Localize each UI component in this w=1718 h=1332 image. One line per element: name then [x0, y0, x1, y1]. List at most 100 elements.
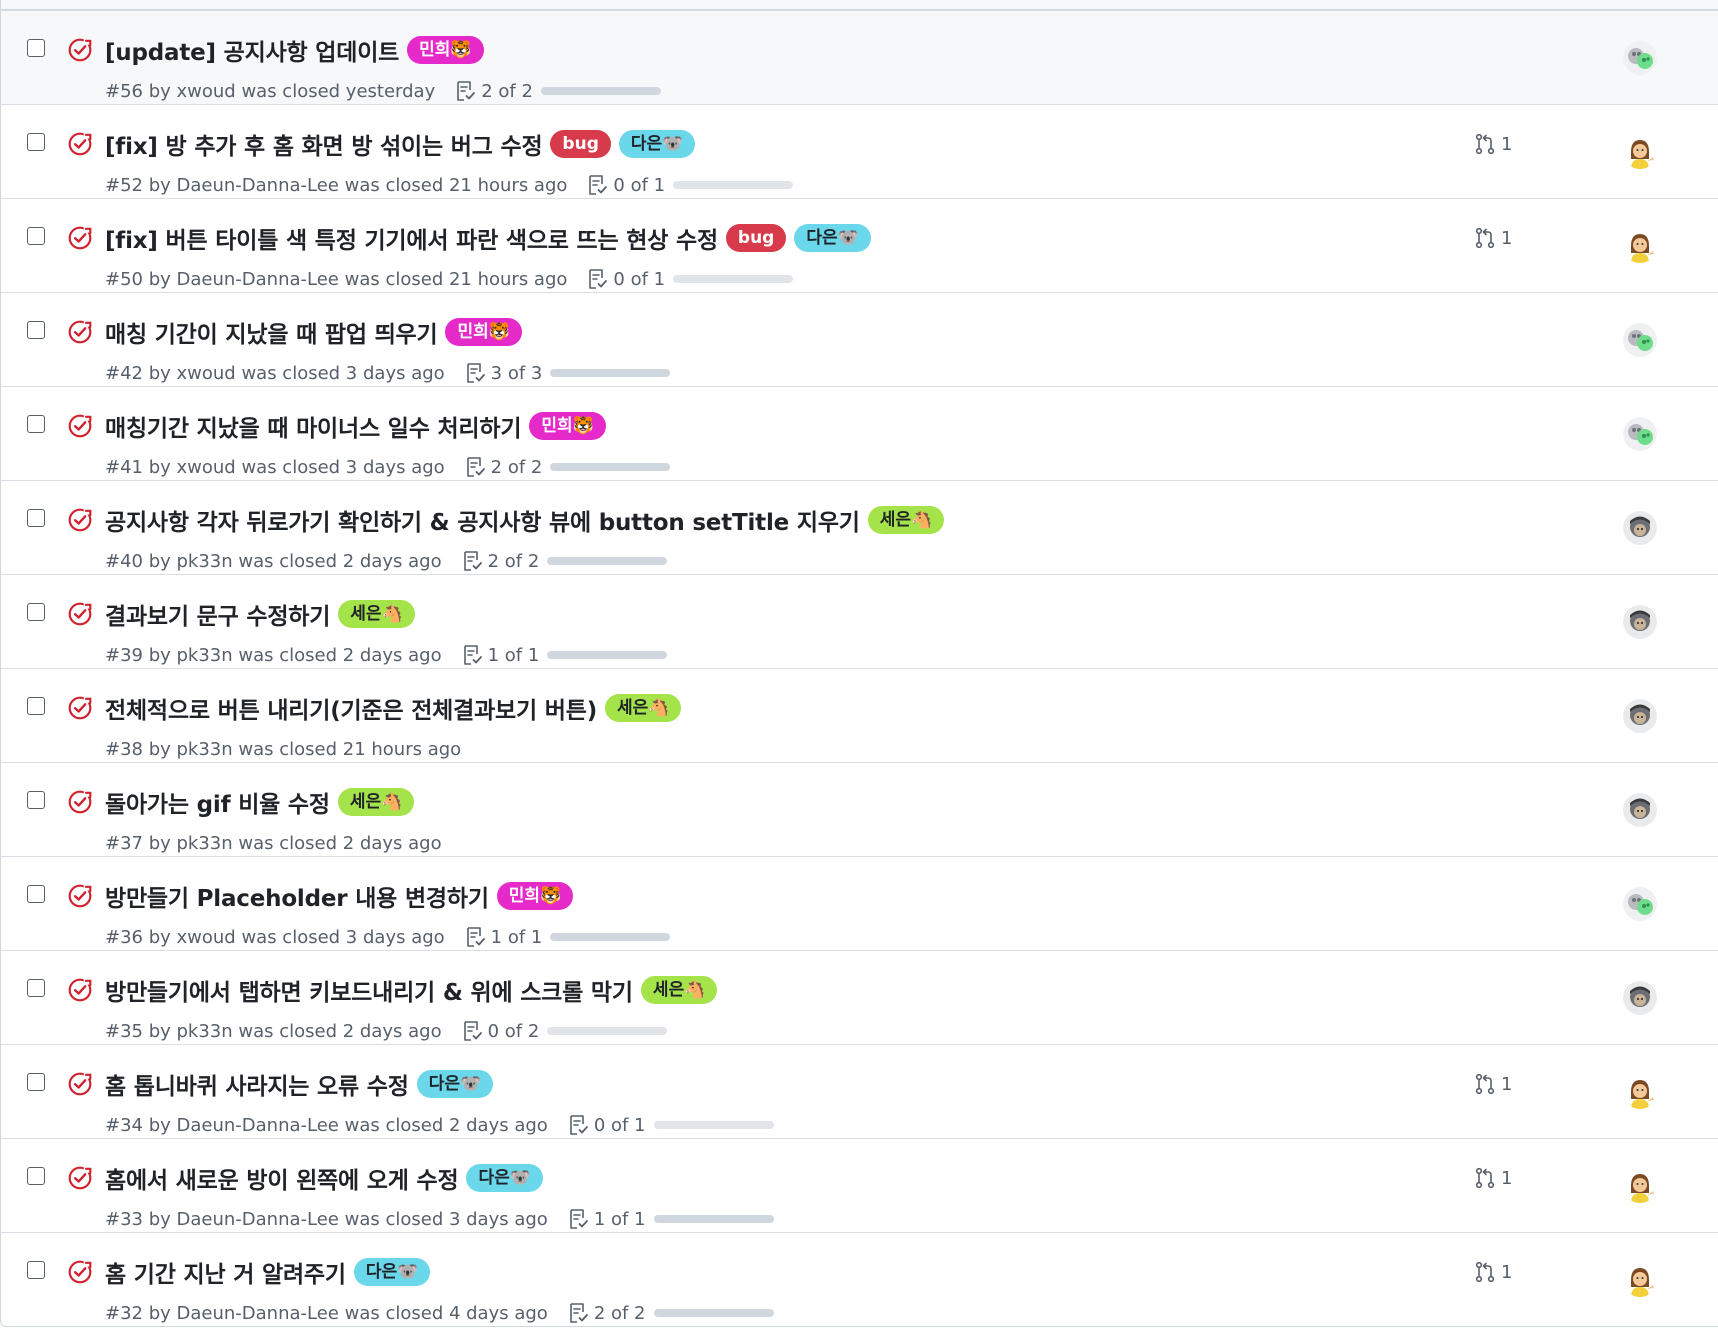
issue-title-link[interactable]: [fix] 버튼 타이틀 색 특정 기기에서 파란 색으로 뜨는 현상 수정: [105, 221, 718, 255]
issue-title-link[interactable]: 전체적으로 버튼 내리기(기준은 전체결과보기 버튼): [105, 691, 597, 725]
issue-meta-text: #50 by Daeun-Danna-Lee was closed 21 hou…: [105, 268, 568, 290]
issue-row[interactable]: 홈 기간 지난 거 알려주기 다은🐨 #32 by Daeun-Danna-Lee …: [1, 1232, 1718, 1326]
task-progress[interactable]: 0 of 1: [585, 267, 794, 291]
issue-label[interactable]: 세은🐴: [867, 506, 945, 534]
issue-row[interactable]: [fix] 버튼 타이틀 색 특정 기기에서 파란 색으로 뜨는 현상 수정 bu…: [1, 198, 1718, 292]
select-issue-checkbox[interactable]: [27, 1261, 45, 1279]
tasklist-icon: [585, 267, 613, 291]
issue-meta-line: #56 by xwoud was closed yesterday 2 of 2: [105, 75, 661, 107]
issue-title-link[interactable]: 결과보기 문구 수정하기: [105, 597, 330, 631]
select-issue-checkbox[interactable]: [27, 979, 45, 997]
assignee-avatar[interactable]: [1623, 699, 1657, 733]
issue-row[interactable]: 방만들기 Placeholder 내용 변경하기 민희🐯 #36 by xwoud …: [1, 856, 1718, 950]
assignee-avatar[interactable]: [1623, 793, 1657, 827]
task-progress[interactable]: 1 of 1: [460, 643, 668, 667]
git-pull-request-icon: [1473, 1260, 1501, 1284]
issue-row[interactable]: [fix] 방 추가 후 홈 화면 방 섞이는 버그 수정 bug 다은🐨 #52 b…: [1, 104, 1718, 198]
assignee-avatar[interactable]: [1623, 1263, 1657, 1297]
issue-label[interactable]: 민희🐯: [407, 36, 484, 64]
issue-label[interactable]: 세은🐴: [337, 788, 415, 816]
task-progress[interactable]: 0 of 1: [585, 173, 794, 197]
select-issue-checkbox[interactable]: [27, 415, 45, 433]
issue-label[interactable]: 다은🐨: [618, 130, 696, 158]
task-progress[interactable]: 1 of 1: [463, 925, 671, 949]
task-count: 2 of 2: [481, 80, 533, 102]
tasklist-icon: [463, 925, 491, 949]
issue-title-link[interactable]: 공지사항 각자 뒤로가기 확인하기 & 공지사항 뷰에 button setTi…: [105, 503, 860, 537]
assignee-avatar[interactable]: [1623, 605, 1657, 639]
issue-title-link[interactable]: 홈에서 새로운 방이 왼쪽에 오게 수정: [105, 1161, 459, 1195]
select-issue-checkbox[interactable]: [27, 39, 45, 57]
select-issue-checkbox[interactable]: [27, 1167, 45, 1185]
issue-title-link[interactable]: 매칭기간 지났을 때 마이너스 일수 처리하기: [105, 409, 522, 443]
issue-title-link[interactable]: 돌아가는 gif 비율 수정: [105, 785, 330, 819]
assignee-avatar[interactable]: [1623, 417, 1657, 451]
select-issue-checkbox[interactable]: [27, 227, 45, 245]
task-progress[interactable]: 2 of 2: [460, 549, 668, 573]
issue-label[interactable]: 다은🐨: [466, 1164, 543, 1192]
issue-label[interactable]: 다은🐨: [794, 224, 871, 252]
issue-label[interactable]: 세은🐴: [338, 600, 415, 628]
task-progress[interactable]: 0 of 2: [460, 1019, 668, 1043]
issue-row[interactable]: 홈 톱니바퀴 사라지는 오류 수정 다은🐨 #34 by Daeun-Danna-L…: [1, 1044, 1718, 1138]
issue-row[interactable]: [update] 공지사항 업데이트 민희🐯 #56 by xwoud was cl…: [1, 10, 1718, 104]
issue-title-link[interactable]: 방만들기에서 탭하면 키보드내리기 & 위에 스크롤 막기: [105, 973, 633, 1007]
assignee-avatar[interactable]: [1623, 323, 1657, 357]
task-progress-fill: [653, 1215, 774, 1223]
issue-row[interactable]: 매칭기간 지났을 때 마이너스 일수 처리하기 민희🐯 #41 by xwoud w…: [1, 386, 1718, 480]
issue-title-link[interactable]: [update] 공지사항 업데이트: [105, 33, 399, 67]
issue-label[interactable]: bug: [550, 130, 611, 158]
issue-closed-icon: [67, 1259, 93, 1285]
task-count: 2 of 2: [487, 550, 540, 572]
assignee-avatar[interactable]: [1623, 135, 1657, 169]
task-count: 0 of 2: [487, 1020, 540, 1042]
issue-label[interactable]: 민희🐯: [529, 412, 606, 440]
issue-label[interactable]: 세은🐴: [640, 976, 718, 1004]
task-progress[interactable]: 3 of 3: [463, 361, 671, 385]
issue-label[interactable]: 다은🐨: [353, 1258, 431, 1286]
issue-row[interactable]: 돌아가는 gif 비율 수정 세은🐴 #37 by pk33n was closed…: [1, 762, 1718, 856]
select-issue-checkbox[interactable]: [27, 603, 45, 621]
task-progress[interactable]: 2 of 2: [463, 455, 671, 479]
issue-label[interactable]: 민희🐯: [496, 882, 574, 910]
select-issue-checkbox[interactable]: [27, 791, 45, 809]
assignee-avatar[interactable]: [1623, 1169, 1657, 1203]
issue-row[interactable]: 방만들기에서 탭하면 키보드내리기 & 위에 스크롤 막기 세은🐴 #35 by p…: [1, 950, 1718, 1044]
select-issue-checkbox[interactable]: [27, 321, 45, 339]
issue-label[interactable]: 민희🐯: [445, 318, 522, 346]
task-progress[interactable]: 2 of 2: [566, 1301, 774, 1325]
assignee-avatar[interactable]: [1623, 981, 1657, 1015]
select-issue-checkbox[interactable]: [27, 885, 45, 903]
select-issue-checkbox[interactable]: [27, 1073, 45, 1091]
issue-title-link[interactable]: 홈 기간 지난 거 알려주기: [105, 1255, 346, 1289]
select-issue-checkbox[interactable]: [27, 133, 45, 151]
issue-row[interactable]: 공지사항 각자 뒤로가기 확인하기 & 공지사항 뷰에 button setTi…: [1, 480, 1718, 574]
linked-pull-request[interactable]: 1: [1473, 1071, 1512, 1097]
linked-pull-request[interactable]: 1: [1473, 225, 1512, 251]
assignee-avatar[interactable]: [1623, 1075, 1657, 1109]
issue-title-link[interactable]: 홈 톱니바퀴 사라지는 오류 수정: [105, 1067, 409, 1101]
issue-label[interactable]: 다은🐨: [416, 1070, 494, 1098]
issue-row[interactable]: 전체적으로 버튼 내리기(기준은 전체결과보기 버튼) 세은🐴 #38 by pk3…: [1, 668, 1718, 762]
issue-title-link[interactable]: 방만들기 Placeholder 내용 변경하기: [105, 879, 489, 913]
issue-label[interactable]: 세은🐴: [605, 694, 682, 722]
issue-title-line: 홈에서 새로운 방이 왼쪽에 오게 수정 다은🐨: [105, 1162, 543, 1194]
issue-row[interactable]: 홈에서 새로운 방이 왼쪽에 오게 수정 다은🐨 #33 by Daeun-Dann…: [1, 1138, 1718, 1232]
issue-title-link[interactable]: 매칭 기간이 지났을 때 팝업 띄우기: [105, 315, 438, 349]
issue-row[interactable]: 결과보기 문구 수정하기 세은🐴 #39 by pk33n was closed 2…: [1, 574, 1718, 668]
assignee-avatar[interactable]: [1623, 511, 1657, 545]
task-progress[interactable]: 1 of 1: [566, 1207, 774, 1231]
issue-row[interactable]: 매칭 기간이 지났을 때 팝업 띄우기 민희🐯 #42 by xwoud was c…: [1, 292, 1718, 386]
linked-pull-request[interactable]: 1: [1473, 1165, 1512, 1191]
select-issue-checkbox[interactable]: [27, 697, 45, 715]
select-issue-checkbox[interactable]: [27, 509, 45, 527]
assignee-avatar[interactable]: [1623, 229, 1657, 263]
linked-pull-request[interactable]: 1: [1473, 1259, 1512, 1285]
issue-title-link[interactable]: [fix] 방 추가 후 홈 화면 방 섞이는 버그 수정: [105, 127, 543, 161]
linked-pull-request[interactable]: 1: [1473, 131, 1512, 157]
issue-label[interactable]: bug: [725, 224, 787, 252]
task-progress[interactable]: 2 of 2: [453, 79, 661, 103]
assignee-avatar[interactable]: [1623, 41, 1657, 75]
assignee-avatar[interactable]: [1623, 887, 1657, 921]
task-progress[interactable]: 0 of 1: [566, 1113, 774, 1137]
